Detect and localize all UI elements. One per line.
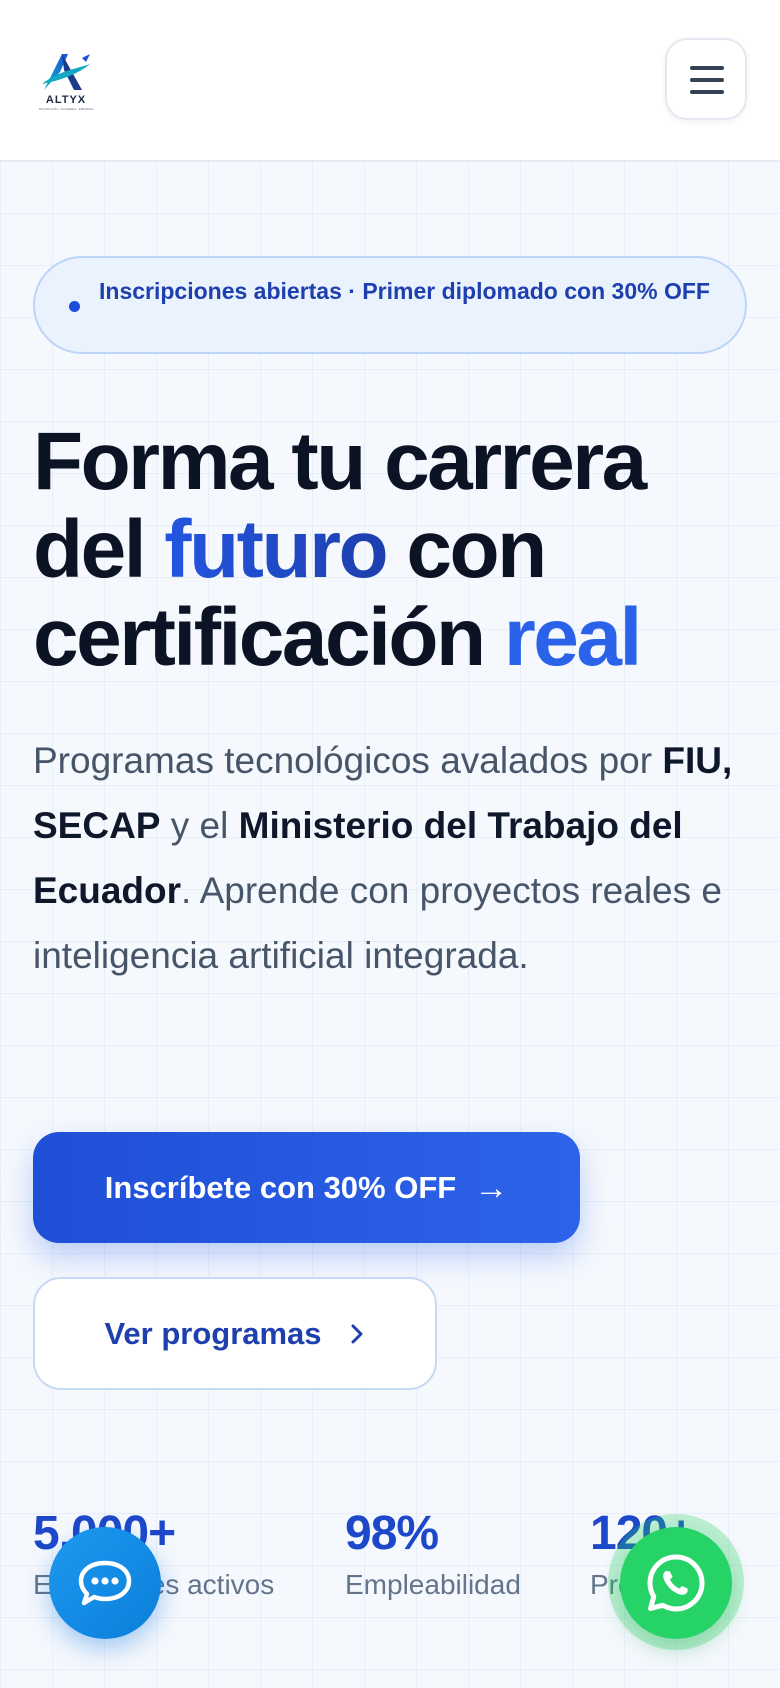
logo-wordmark: ALTYX [45,94,87,106]
view-programs-button[interactable]: Ver programas [33,1277,437,1390]
description-text1: Programas tecnológicos avalados por [33,740,653,781]
badge-text: Inscripciones abiertas · Primer diplomad… [99,278,710,304]
description-text2: y el [170,805,229,846]
enroll-button[interactable]: Inscríbete con 30% OFF → [33,1132,580,1243]
status-dot-icon [69,301,80,312]
chevron-right-icon [351,1324,363,1343]
chat-button[interactable] [49,1527,161,1639]
altyx-logo-mark-icon [42,54,90,90]
site-header: ALTYX TECNOLOGÍA · ACADEMIA · EMPRESA [0,0,780,161]
menu-button[interactable] [665,38,747,120]
hamburger-menu-icon [690,78,724,82]
headline-highlight-future: futuro [164,504,388,595]
stat-value: 98% [345,1507,439,1560]
enroll-button-label: Inscríbete con 30% OFF [104,1169,457,1205]
whatsapp-button[interactable] [620,1527,732,1639]
chat-bubble-icon [78,1560,132,1606]
page-title: Forma tu carrera del futuro con certific… [33,418,773,682]
headline-highlight-real: real [503,592,642,683]
whatsapp-icon [647,1554,705,1612]
hero-description: Programas tecnológicos avalados por FIU,… [33,728,763,988]
hamburger-menu-icon [690,66,724,70]
hamburger-menu-icon [690,90,724,94]
stat-employability: 98% Empleabilidad [345,1505,521,1605]
altyx-logo[interactable]: ALTYX TECNOLOGÍA · ACADEMIA · EMPRESA [38,50,94,112]
stat-label: Empleabilidad [345,1569,521,1600]
view-programs-label: Ver programas [104,1315,322,1351]
enrollment-badge[interactable]: Inscripciones abiertas · Primer diplomad… [33,256,747,354]
logo-tagline: TECNOLOGÍA · ACADEMIA · EMPRESA [38,107,94,111]
arrow-right-icon: → [474,1168,509,1207]
